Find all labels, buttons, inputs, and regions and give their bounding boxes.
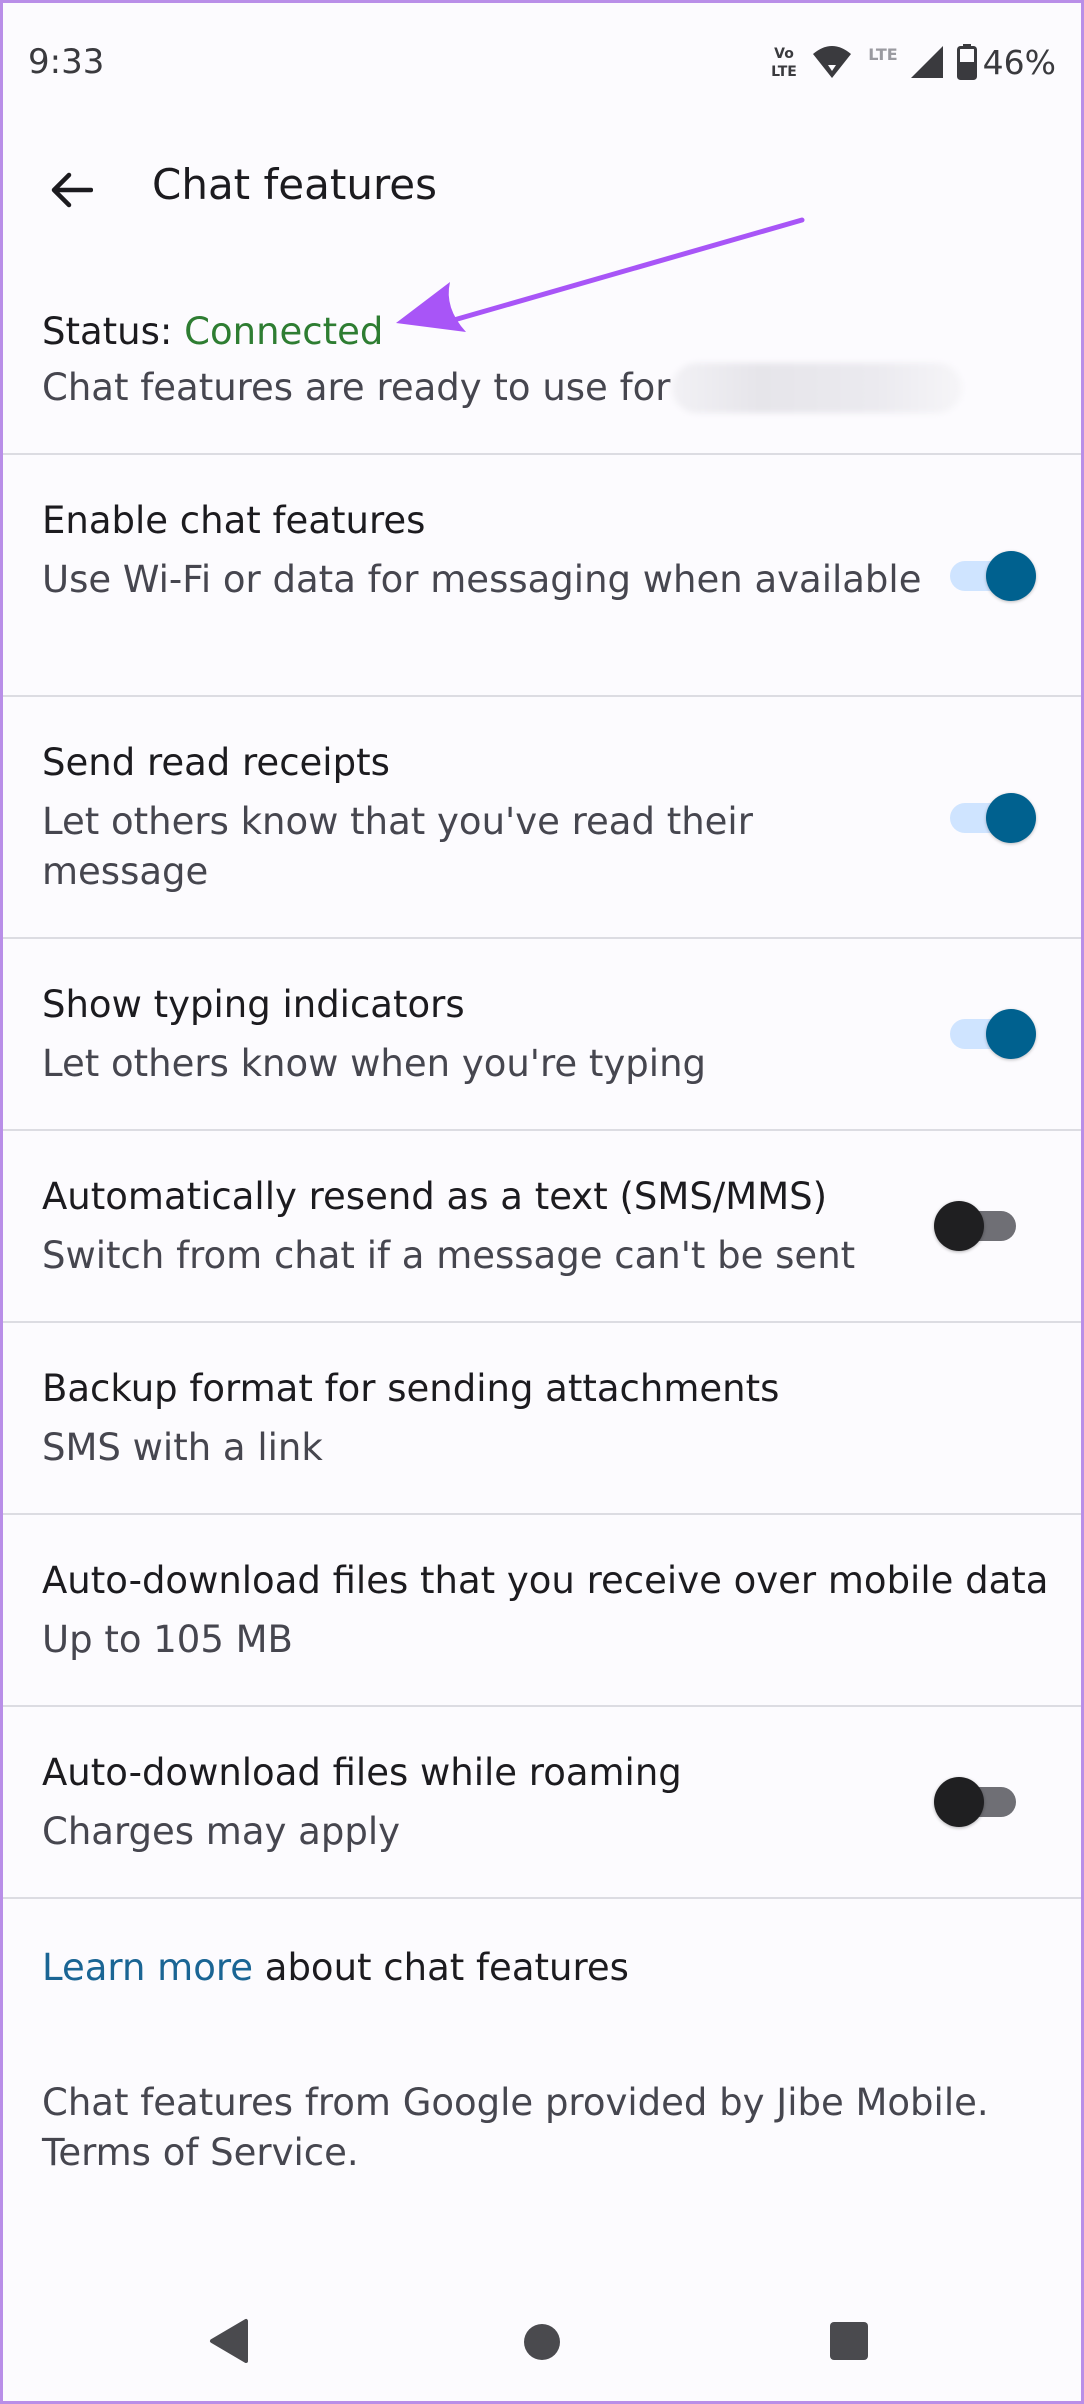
status-time: 9:33 [28, 42, 105, 82]
learn-more-rest: about chat features [253, 1946, 629, 1989]
lte-icon: LTE [868, 45, 897, 64]
setting-auto-resend-sms[interactable]: Automatically resend as a text (SMS/MMS)… [0, 1131, 1084, 1321]
setting-title: Automatically resend as a text (SMS/MMS) [42, 1175, 828, 1218]
status-description-text: Chat features are ready to use for [42, 366, 671, 409]
status-icons: Vo LTE LTE 46% [767, 38, 1056, 86]
status-value: Connected [184, 310, 384, 353]
battery-percent: 46% [982, 42, 1056, 82]
auto-download-roaming-toggle[interactable] [934, 1775, 1022, 1827]
battery-icon [956, 44, 977, 80]
setting-title: Send read receipts [42, 741, 390, 784]
status-description: Chat features are ready to use for [42, 360, 1042, 416]
nav-home-icon[interactable] [524, 2324, 560, 2360]
setting-typing-indicators[interactable]: Show typing indicators Let others know w… [0, 939, 1084, 1129]
svg-text:Vo: Vo [774, 46, 794, 62]
read-receipts-toggle[interactable] [950, 791, 1036, 843]
setting-subtitle: Switch from chat if a message can't be s… [42, 1234, 856, 1277]
redacted-phone-number [672, 363, 963, 413]
setting-subtitle: Let others know when you're typing [42, 1042, 707, 1085]
setting-read-receipts[interactable]: Send read receipts Let others know that … [0, 697, 1084, 937]
setting-title: Backup format for sending attachments [42, 1367, 780, 1410]
toggle-thumb [986, 793, 1036, 843]
setting-subtitle: Use Wi-Fi or data for messaging when ava… [42, 558, 922, 601]
volte-icon: Vo LTE [771, 46, 797, 80]
nav-back-icon[interactable] [208, 2318, 250, 2364]
back-button[interactable] [36, 162, 106, 218]
arrow-back-icon [51, 172, 93, 208]
enable-chat-toggle[interactable] [950, 549, 1036, 601]
setting-subtitle: Let others know that you've read their m… [42, 800, 753, 893]
provider-footer: Chat features from Google provided by Ji… [42, 2081, 989, 2174]
setting-title: Auto-download files while roaming [42, 1751, 682, 1794]
navigation-bar [0, 2300, 1084, 2380]
setting-backup-format[interactable]: Backup format for sending attachments SM… [0, 1323, 1084, 1513]
toggle-thumb [986, 1009, 1036, 1059]
setting-enable-chat[interactable]: Enable chat features Use Wi-Fi or data f… [0, 455, 1084, 695]
toggle-thumb [986, 551, 1036, 601]
learn-more-link[interactable]: Learn more [42, 1946, 253, 1989]
typing-indicators-toggle[interactable] [950, 1007, 1036, 1059]
annotation-arrow-icon [396, 217, 805, 332]
status-label: Status: [42, 310, 173, 353]
wifi-icon [812, 46, 851, 78]
setting-subtitle: Charges may apply [42, 1810, 401, 1853]
nav-recents-icon[interactable] [830, 2322, 868, 2360]
status-bar: 9:33 Vo LTE LTE 46% [0, 0, 1084, 120]
svg-text:LTE: LTE [868, 45, 897, 64]
auto-resend-toggle[interactable] [934, 1199, 1022, 1251]
toggle-thumb [934, 1201, 984, 1251]
divider [3, 1897, 1081, 1899]
setting-subtitle: SMS with a link [42, 1426, 323, 1469]
setting-title: Enable chat features [42, 499, 426, 542]
signal-icon [910, 46, 943, 78]
learn-more-line: Learn more about chat features [42, 1940, 629, 1996]
svg-text:LTE: LTE [771, 64, 797, 80]
setting-subtitle: Up to 105 MB [42, 1618, 293, 1661]
setting-title: Show typing indicators [42, 983, 465, 1026]
setting-auto-download-roaming[interactable]: Auto-download files while roaming Charge… [0, 1707, 1084, 1897]
setting-title: Auto-download files that you receive ove… [42, 1559, 1049, 1602]
toggle-thumb [934, 1777, 984, 1827]
setting-auto-download-mobile[interactable]: Auto-download files that you receive ove… [0, 1515, 1084, 1705]
